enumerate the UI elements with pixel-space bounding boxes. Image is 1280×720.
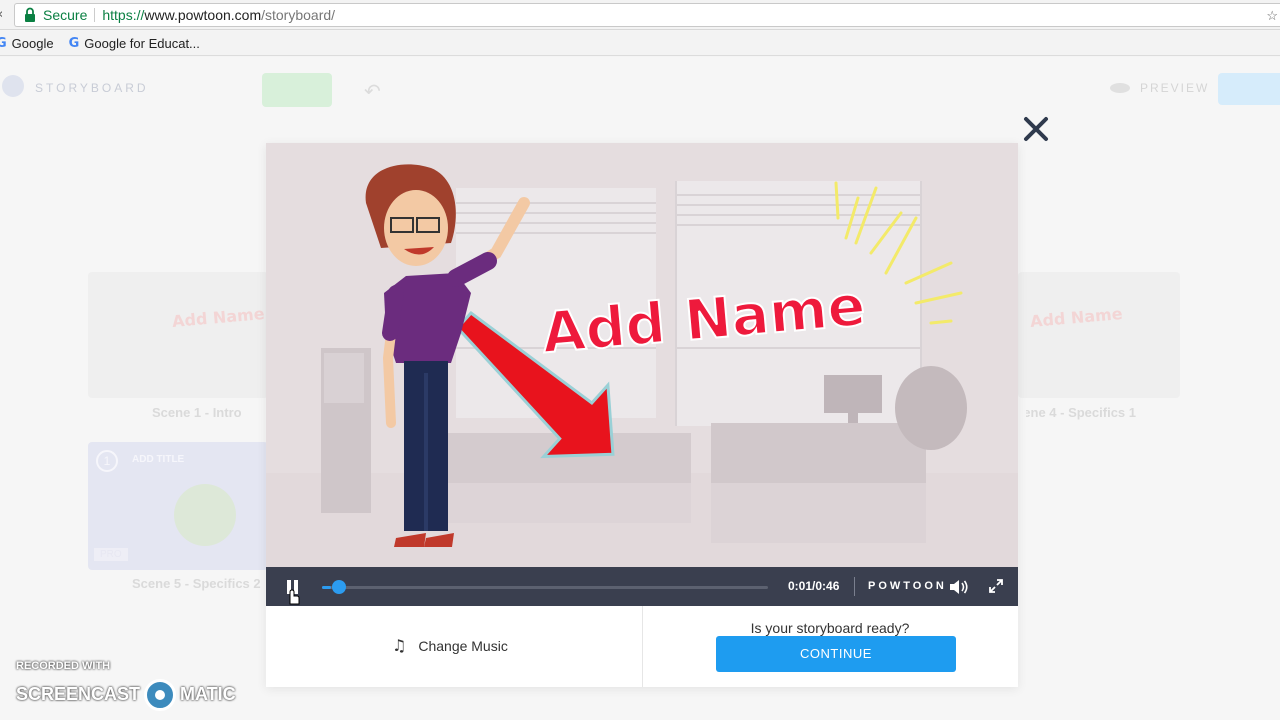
scene-label-4: Scene 4 - Specifics 1	[1026, 405, 1136, 420]
app-title: STORYBOARD	[35, 81, 149, 95]
url-protocol: https://	[102, 7, 145, 23]
controls-divider	[854, 577, 855, 596]
bookmarks-bar: G Google G Google for Educat...	[0, 31, 1280, 56]
seek-bar-fill	[322, 586, 331, 589]
watermark-recorded-with: RECORDED WITH	[16, 660, 111, 672]
url-separator	[94, 8, 96, 22]
bookmark-label: Google for Educat...	[84, 35, 200, 51]
lock-icon	[21, 6, 39, 24]
export-button[interactable]	[1218, 73, 1280, 105]
scene-label-4-text: Scene 4 - Specifics 1	[1026, 405, 1136, 420]
screencast-watermark: RECORDED WITH SCREENCAST MATIC	[16, 660, 236, 711]
scene-card-1[interactable]: Add Name	[88, 272, 268, 398]
powtoon-logo-icon	[2, 75, 24, 97]
url-field[interactable]: Secure https:// www.powtoon.com /storybo…	[14, 3, 1280, 27]
scene-thumb-text: Add Name	[1029, 304, 1124, 331]
continue-button[interactable]: CONTINUE	[716, 636, 956, 672]
footer-divider	[642, 606, 643, 687]
player-controls: 0:01/0:46 POWTOON	[266, 567, 1018, 606]
scene-thumb-text: Add Name	[171, 304, 266, 331]
url-path: /storyboard/	[261, 7, 336, 23]
seek-bar[interactable]	[322, 586, 768, 589]
watermark-brand-left: SCREENCAST	[16, 683, 141, 704]
scene-thumb-title: ADD TITLE	[132, 454, 185, 465]
watermark-brand-right: MATIC	[180, 683, 236, 704]
eye-icon	[1110, 83, 1130, 93]
preview-modal: Add Name 0:01/0:46 POWTOON ♫ Change Musi…	[266, 143, 1018, 687]
app-header: STORYBOARD ↶ PREVIEW	[0, 57, 1280, 121]
pro-badge: PRO	[94, 548, 128, 561]
watermark-brand: SCREENCAST MATIC	[16, 678, 236, 711]
scene-label-5: Scene 5 - Specifics 2	[132, 576, 261, 591]
preview-button[interactable]: PREVIEW	[1140, 81, 1209, 95]
url-host: www.powtoon.com	[144, 7, 262, 23]
change-music-label: Change Music	[418, 637, 508, 654]
bookmark-star-icon[interactable]: ☆	[1266, 8, 1278, 24]
scene-card-4[interactable]: Add Name	[1018, 272, 1180, 398]
secure-label: Secure	[43, 7, 88, 23]
mouse-cursor-icon	[286, 586, 300, 611]
globe-icon	[174, 484, 236, 546]
scene-illustration: Add Name	[266, 143, 1018, 567]
fullscreen-icon[interactable]	[988, 578, 1004, 594]
reload-icon[interactable]: ‹	[0, 7, 3, 22]
browser-address-bar: ‹ Secure https:// www.powtoon.com /story…	[0, 0, 1280, 30]
scene-number-badge: 1	[96, 450, 118, 472]
seek-handle[interactable]	[331, 580, 346, 594]
undo-icon[interactable]: ↶	[364, 79, 381, 104]
volume-icon[interactable]	[948, 578, 970, 596]
scene-card-5[interactable]: 1 ADD TITLE PRO	[88, 442, 268, 570]
music-note-icon: ♫	[392, 636, 407, 655]
change-music-button[interactable]: ♫ Change Music	[392, 636, 508, 655]
bookmark-google[interactable]: G Google	[0, 36, 54, 51]
bookmark-google-for-education[interactable]: G Google for Educat...	[69, 36, 200, 51]
google-icon: G	[0, 35, 7, 51]
powtoon-brand-label: POWTOON	[868, 580, 947, 592]
modal-footer: ♫ Change Music Is your storyboard ready?…	[266, 606, 1018, 687]
time-display: 0:01/0:46	[788, 579, 840, 593]
screencast-logo-icon	[144, 679, 177, 711]
video-frame[interactable]: Add Name	[266, 143, 1018, 567]
ready-prompt: Is your storyboard ready?	[750, 620, 910, 636]
close-icon[interactable]	[1021, 114, 1051, 144]
save-button[interactable]	[262, 73, 332, 107]
bookmark-label: Google	[11, 35, 54, 51]
scene-label-1: Scene 1 - Intro	[152, 405, 242, 420]
google-icon: G	[68, 35, 80, 51]
